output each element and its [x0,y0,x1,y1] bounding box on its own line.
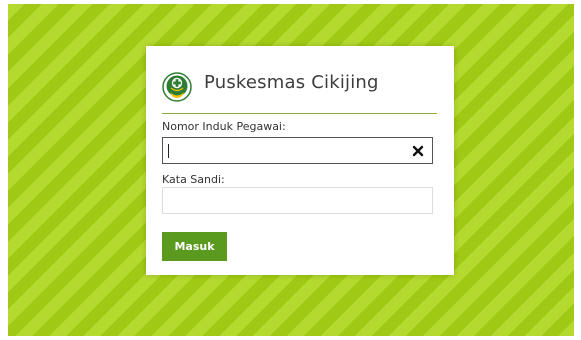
header-divider [162,113,437,114]
nip-label: Nomor Induk Pegawai: [162,120,286,133]
close-icon[interactable] [412,145,424,157]
password-field-wrapper [162,187,433,214]
submit-button[interactable]: Masuk [162,232,227,261]
nip-field-wrapper [162,137,433,164]
kemenkes-logo-icon [162,72,192,102]
page: Puskesmas Cikijing Nomor Induk Pegawai: … [0,0,581,340]
password-input[interactable] [167,190,407,211]
page-title: Puskesmas Cikijing [204,72,379,93]
text-caret [168,144,169,158]
card-header: Puskesmas Cikijing [162,68,438,110]
password-label: Kata Sandi: [162,173,225,186]
login-card: Puskesmas Cikijing Nomor Induk Pegawai: … [146,46,454,275]
nip-input[interactable] [167,140,407,161]
